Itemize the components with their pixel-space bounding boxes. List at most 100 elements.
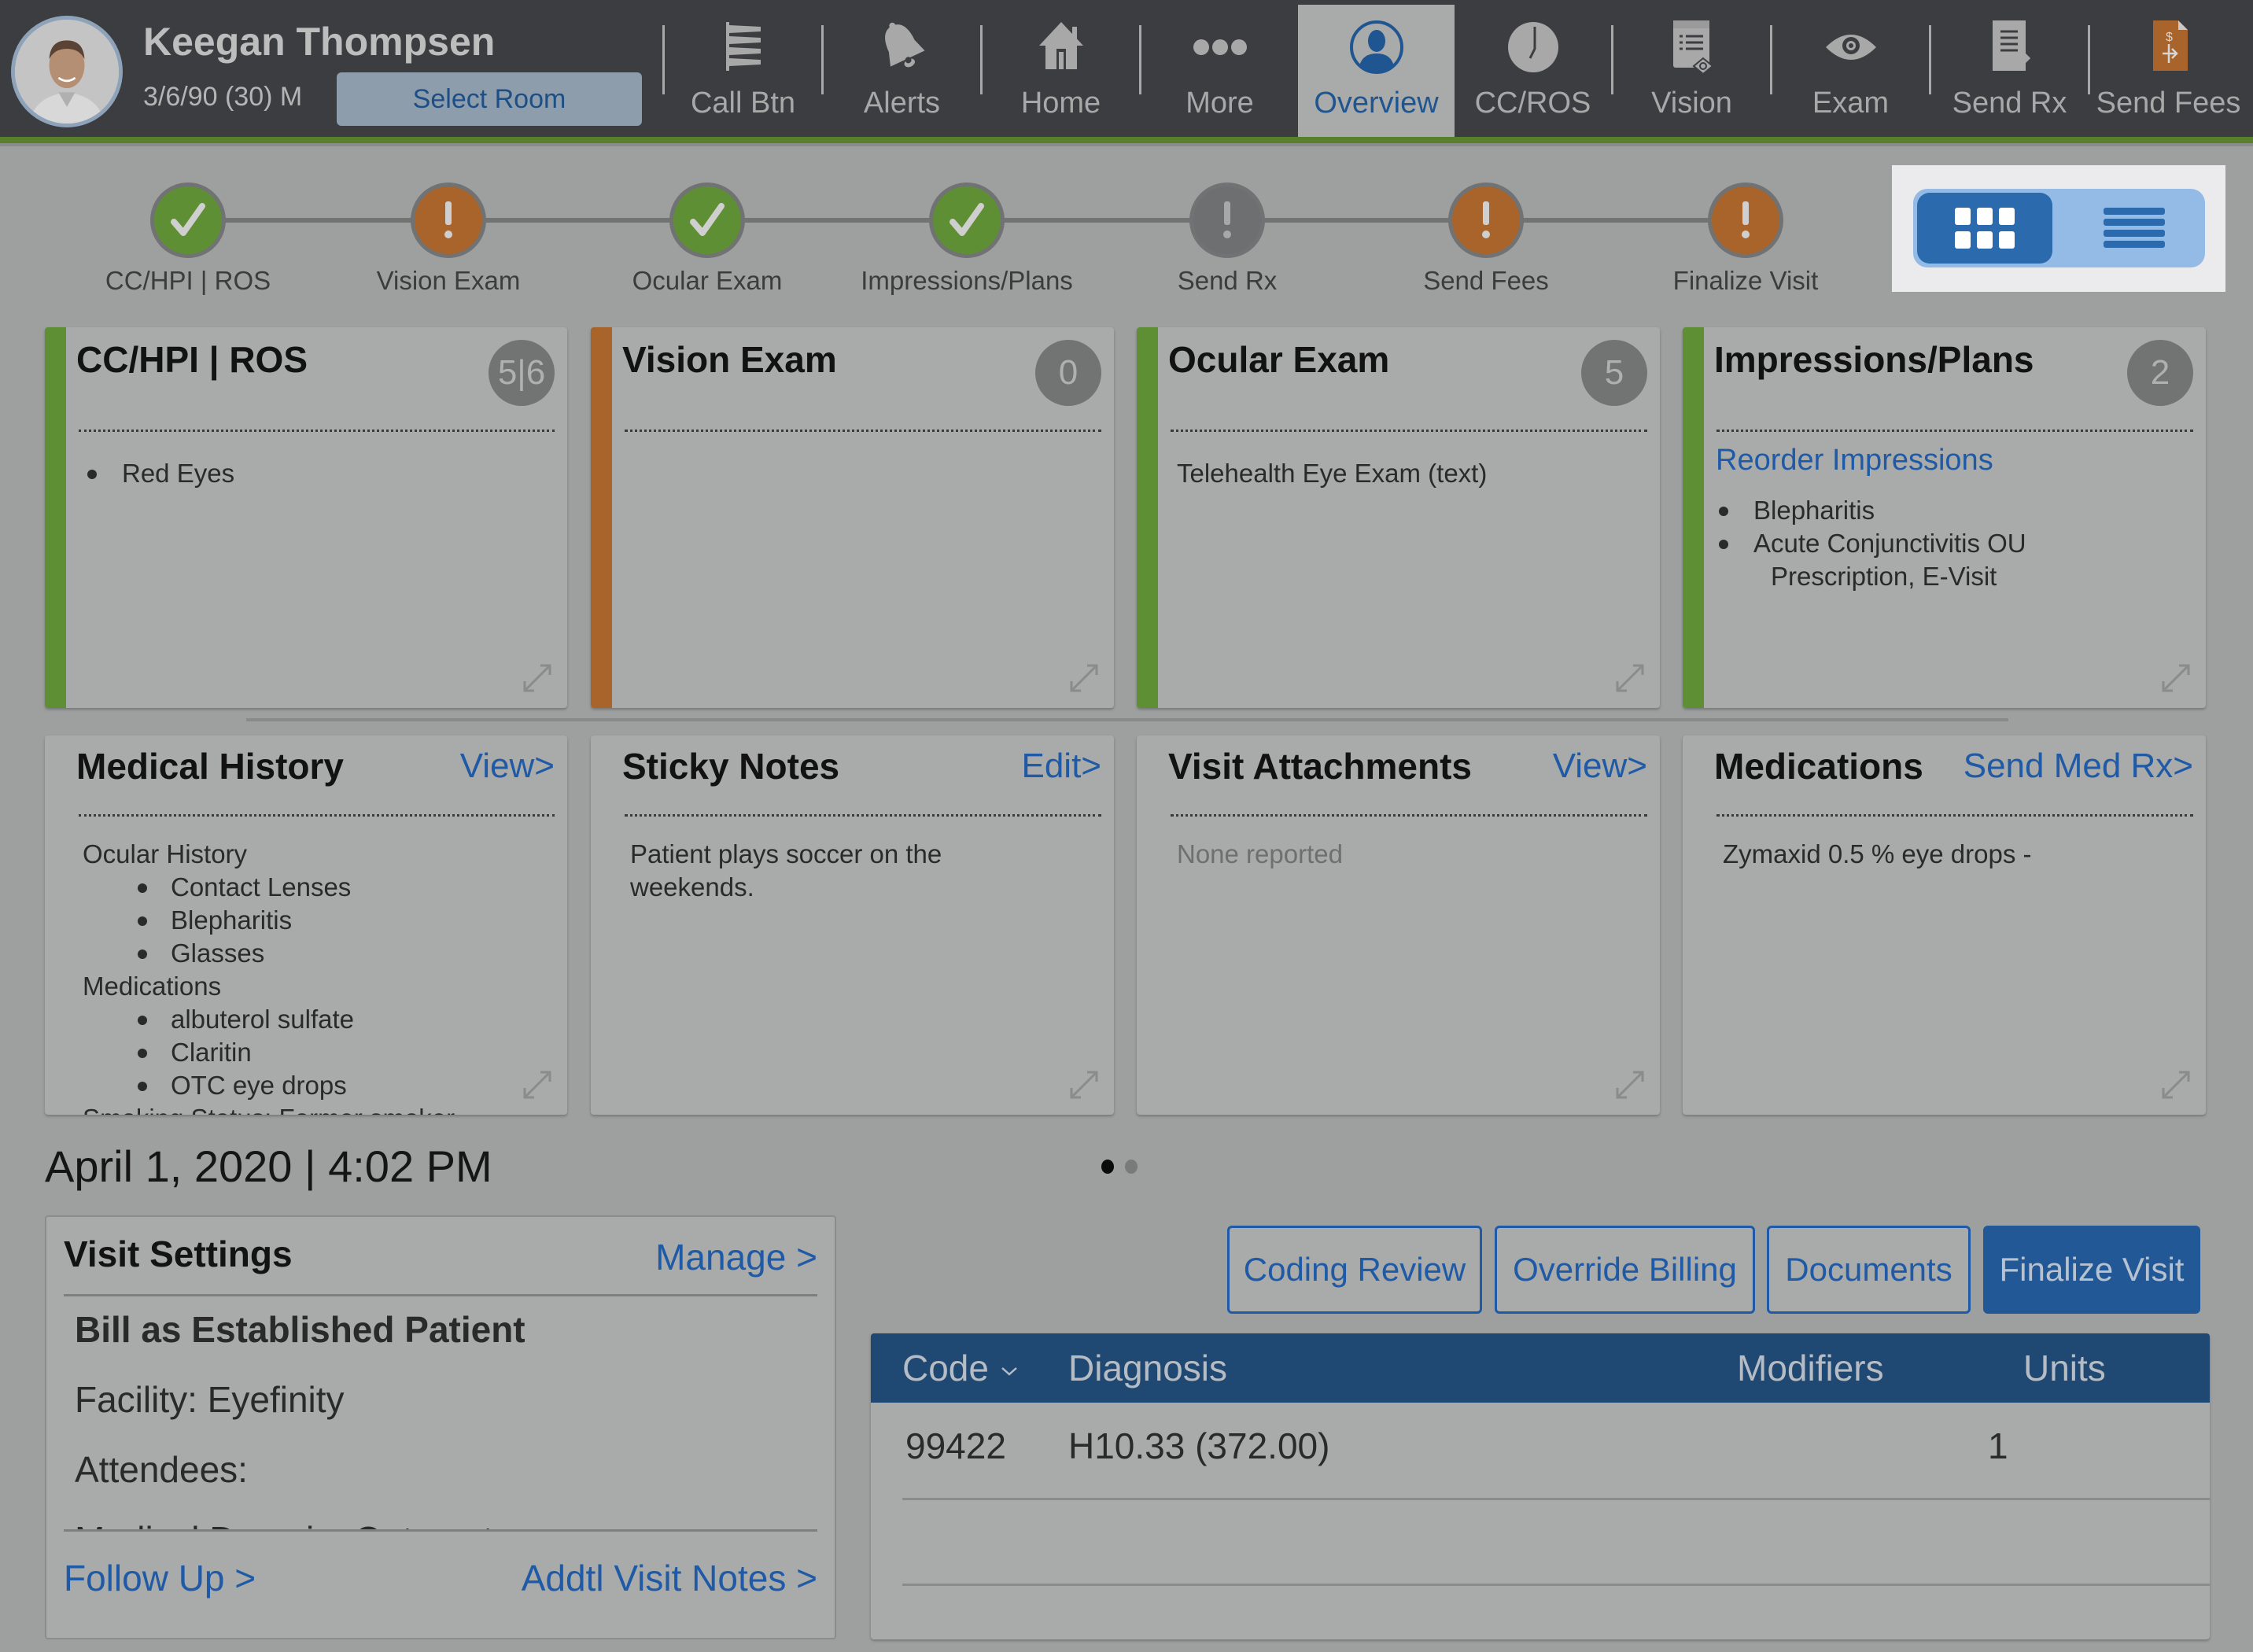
check-icon (669, 183, 745, 258)
sticky-notes-edit-link[interactable]: Edit> (1021, 747, 1101, 786)
progress-step-vision-exam[interactable]: Vision Exam (330, 183, 566, 296)
impression-subtext: Prescription, E-Visit (1771, 562, 1997, 591)
step-label: Send Fees (1423, 266, 1549, 295)
column-header-label: Code (902, 1348, 989, 1388)
step-label: Vision Exam (376, 266, 521, 295)
nav-label: Home (1020, 87, 1101, 120)
card-row-separator (246, 718, 2008, 721)
select-room-button[interactable]: Select Room (337, 72, 642, 126)
nav-item-send-fees[interactable]: $ Send Fees (2090, 0, 2247, 137)
step-label: Send Rx (1177, 266, 1278, 295)
table-row[interactable]: 99422 H10.33 (372.00) 1 (871, 1403, 2210, 1489)
nav-item-call-btn[interactable]: Call Btn (665, 0, 821, 137)
column-header-code[interactable]: Code (902, 1333, 1020, 1403)
page-dot-2[interactable] (1125, 1160, 1138, 1174)
card-divider (79, 430, 555, 432)
cell-units: 1 (1988, 1425, 2008, 1466)
more-dots-icon (1190, 17, 1250, 77)
reorder-impressions-link[interactable]: Reorder Impressions (1716, 444, 2190, 477)
card-cc-hpi-ros[interactable]: CC/HPI | ROS 5|6 Red Eyes (45, 327, 567, 708)
progress-step-finalize-visit[interactable]: Finalize Visit (1628, 183, 1864, 296)
list-item: Claritin (83, 1036, 551, 1069)
card-body: None reported (1177, 838, 1644, 1115)
documents-button[interactable]: Documents (1767, 1226, 1971, 1314)
grid-view-button[interactable] (1917, 193, 2052, 264)
card-body: Ocular History Contact Lenses Blephariti… (83, 838, 551, 1115)
list-item: OTC eye drops (83, 1069, 551, 1102)
section-heading: Medications (83, 972, 222, 1001)
progress-step-send-fees[interactable]: Send Fees (1368, 183, 1604, 296)
list-view-icon (2104, 208, 2165, 248)
card-title: Visit Attachments (1168, 746, 1472, 787)
progress-step-impressions-plans[interactable]: Impressions/Plans (849, 183, 1085, 296)
expand-icon[interactable] (1611, 659, 1649, 697)
home-icon (1031, 17, 1091, 77)
ocular-exam-summary: Telehealth Eye Exam (text) (1177, 459, 1488, 488)
card-vision-exam[interactable]: Vision Exam 0 (591, 327, 1114, 708)
card-medical-history[interactable]: Medical History View> Ocular History Con… (45, 736, 567, 1115)
expand-icon[interactable] (1611, 1066, 1649, 1104)
attendees: Attendees: (75, 1449, 248, 1490)
visit-settings-content[interactable]: Bill as Established Patient Facility: Ey… (75, 1310, 817, 1530)
attachments-empty-text: None reported (1177, 839, 1343, 868)
card-divider (625, 814, 1101, 817)
nav-item-overview[interactable]: Overview (1298, 5, 1455, 137)
expand-icon[interactable] (1065, 659, 1103, 697)
patient-avatar[interactable] (11, 16, 123, 127)
coding-review-button[interactable]: Coding Review (1227, 1226, 1482, 1314)
card-ocular-exam[interactable]: Ocular Exam 5 Telehealth Eye Exam (text) (1137, 327, 1660, 708)
expand-icon[interactable] (2157, 659, 2195, 697)
column-header-diagnosis: Diagnosis (1068, 1348, 1227, 1388)
expand-icon[interactable] (1065, 1066, 1103, 1104)
nav-item-cc-ros[interactable]: CC/ROS (1455, 0, 1611, 137)
card-count-badge: 2 (2127, 340, 2193, 406)
page-dot-1[interactable] (1101, 1160, 1114, 1174)
expand-icon[interactable] (2157, 1066, 2195, 1104)
section-heading: Smoking Status: Former smoker (83, 1102, 551, 1115)
list-view-button[interactable] (2067, 193, 2202, 264)
nav-item-more[interactable]: More (1141, 0, 1298, 137)
nav-item-home[interactable]: Home (983, 0, 1139, 137)
override-billing-button[interactable]: Override Billing (1495, 1226, 1755, 1314)
send-med-rx-link[interactable]: Send Med Rx> (1964, 747, 2193, 786)
progress-step-cc-hpi-ros[interactable]: CC/HPI | ROS (70, 183, 306, 296)
manage-link[interactable]: Manage > (655, 1236, 817, 1278)
card-title: Impressions/Plans (1714, 339, 2034, 380)
card-impressions-plans[interactable]: Impressions/Plans 2 Reorder Impressions … (1683, 327, 2206, 708)
header-shadow (0, 143, 2253, 146)
progress-step-send-rx[interactable]: Send Rx (1109, 183, 1345, 296)
list-item: Contact Lenses (83, 871, 551, 904)
call-button-icon (714, 17, 773, 77)
card-title: Vision Exam (622, 339, 837, 380)
progress-step-ocular-exam[interactable]: Ocular Exam (589, 183, 825, 296)
card-divider (1716, 430, 2193, 432)
section-heading: Ocular History (83, 839, 248, 868)
nav-item-vision[interactable]: Vision (1613, 0, 1770, 137)
follow-up-link[interactable]: Follow Up > (64, 1557, 256, 1599)
nav-item-exam[interactable]: Exam (1772, 0, 1929, 137)
card-status-accent (1683, 327, 1704, 708)
card-sticky-notes[interactable]: Sticky Notes Edit> Patient plays soccer … (591, 736, 1114, 1115)
nav-item-send-rx[interactable]: Send Rx (1931, 0, 2088, 137)
facility: Facility: Eyefinity (75, 1379, 345, 1420)
top-header: Keegan Thompsen 3/6/90 (30) M Select Roo… (0, 0, 2253, 137)
card-medications[interactable]: Medications Send Med Rx> Zymaxid 0.5 % e… (1683, 736, 2206, 1115)
card-count-badge: 5|6 (489, 340, 555, 406)
nav-item-alerts[interactable]: Alerts (824, 0, 980, 137)
card-visit-attachments[interactable]: Visit Attachments View> None reported (1137, 736, 1660, 1115)
card-count-badge: 5 (1581, 340, 1647, 406)
list-item: Red Eyes (84, 457, 551, 490)
send-fees-document-icon: $ (2139, 17, 2199, 77)
expand-icon[interactable] (518, 659, 556, 697)
medical-history-view-link[interactable]: View> (460, 747, 555, 786)
card-status-accent (45, 327, 66, 708)
card-divider (1171, 814, 1647, 817)
visit-attachments-view-link[interactable]: View> (1553, 747, 1647, 786)
addtl-visit-notes-link[interactable]: Addtl Visit Notes > (522, 1557, 817, 1599)
finalize-visit-button[interactable]: Finalize Visit (1983, 1226, 2200, 1314)
eye-icon (1821, 17, 1881, 77)
header-status-bar (0, 137, 2253, 143)
expand-icon[interactable] (518, 1066, 556, 1104)
column-header-modifiers: Modifiers (1737, 1348, 1884, 1388)
table-row-empty[interactable] (871, 1500, 2210, 1587)
